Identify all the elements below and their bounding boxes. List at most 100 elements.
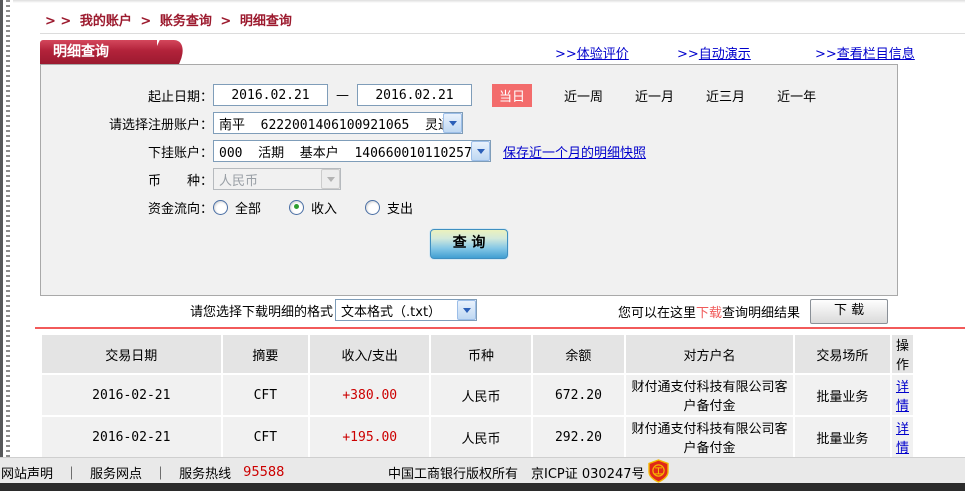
breadcrumb-item-account-query[interactable]: 账务查询: [160, 14, 212, 29]
link-label: 自动演示: [699, 47, 751, 62]
copyright-text: 中国工商银行版权所有 京ICP证 030247号: [388, 463, 645, 482]
col-header-summary: 摘要: [223, 335, 308, 373]
radio-option-all[interactable]: 全部: [213, 198, 261, 217]
query-form-panel: 起止日期： — 当日 近一周 近一月 近三月 近一年 请选择注册账户： 南平 6…: [40, 64, 898, 296]
col-header-counterparty: 对方户名: [626, 335, 792, 373]
detail-link[interactable]: 详情: [896, 422, 909, 456]
download-format-group: 请您选择下载明细的格式 文本格式（.txt）: [190, 299, 477, 321]
download-hint-prefix: 您可以在这里: [618, 302, 696, 321]
radio-icon: [213, 200, 228, 215]
sub-account-value: 000 活期 基本户 1406600101102571848: [219, 142, 471, 161]
breadcrumb-separator: >: [220, 14, 231, 29]
sub-account-select[interactable]: 000 活期 基本户 1406600101102571848: [213, 140, 491, 162]
sub-account-label: 下挂账户：: [41, 142, 213, 161]
icbc-seal-icon: 工: [648, 459, 669, 483]
quick-range-month[interactable]: 近一月: [635, 86, 674, 105]
link-label: 体验评价: [577, 47, 629, 62]
quick-range-week[interactable]: 近一周: [564, 86, 603, 105]
download-button[interactable]: 下 载: [810, 299, 888, 324]
hotline-label: 服务热线: [179, 463, 231, 482]
cell-summary: CFT: [223, 417, 308, 457]
breadcrumb-item-detail-query[interactable]: 明细查询: [240, 14, 292, 29]
date-range-label: 起止日期：: [41, 86, 213, 105]
site-statement-link[interactable]: 网站声明: [1, 463, 53, 482]
bottom-dark-bar: [0, 483, 965, 491]
cell-venue: 批量业务: [795, 375, 890, 415]
save-snapshot-link[interactable]: 保存近一个月的明细快照: [503, 142, 646, 161]
currency-row: 币 种： 人民币: [41, 168, 897, 190]
currency-label: 币 种：: [41, 170, 213, 189]
date-separator: —: [336, 88, 349, 103]
radio-label: 支出: [387, 198, 413, 217]
radio-label: 全部: [235, 198, 261, 217]
page: > > 我的账户 > 账务查询 > 明细查询 >>体验评价 >>自动演示 >>查…: [0, 0, 965, 491]
radio-option-expense[interactable]: 支出: [365, 198, 413, 217]
quick-range-year[interactable]: 近一年: [777, 86, 816, 105]
detail-link[interactable]: 详情: [896, 380, 909, 414]
download-format-label: 请您选择下载明细的格式: [190, 301, 333, 320]
download-hint-group: 您可以在这里下载查询明细结果 下 载: [618, 299, 888, 324]
cell-currency: 人民币: [431, 375, 530, 415]
cell-summary: CFT: [223, 375, 308, 415]
breadcrumb-prefix: > >: [45, 14, 71, 29]
quick-range-3months[interactable]: 近三月: [706, 86, 745, 105]
sub-account-row: 下挂账户： 000 活期 基本户 1406600101102571848 保存近…: [41, 140, 897, 162]
radio-checked-icon: [289, 200, 304, 215]
cell-amount: +380.00: [310, 375, 429, 415]
fund-direction-row: 资金流向： 全部 收入 支出: [41, 196, 897, 218]
download-hint-link[interactable]: 下载: [696, 302, 722, 321]
registered-account-select[interactable]: 南平 6222001406100921065 灵通卡: [213, 112, 463, 134]
cell-currency: 人民币: [431, 417, 530, 457]
link-prefix: >>: [815, 47, 837, 62]
footer-links: 网站声明 ｜ 服务网点 ｜ 服务热线 95588: [1, 463, 284, 482]
registered-account-row: 请选择注册账户： 南平 6222001406100921065 灵通卡: [41, 112, 897, 134]
download-format-select[interactable]: 文本格式（.txt）: [335, 299, 477, 321]
fund-direction-options: 全部 收入 支出: [213, 198, 413, 217]
radio-icon: [365, 200, 380, 215]
col-header-venue: 交易场所: [795, 335, 890, 373]
tab-title: 明细查询: [53, 44, 109, 60]
experience-rating-link[interactable]: >>体验评价: [555, 43, 629, 62]
transaction-table: 交易日期 摘要 收入/支出 币种 余额 对方户名 交易场所 操作 2016-02…: [40, 333, 915, 459]
date-range-row: 起止日期： — 当日 近一周 近一月 近三月 近一年: [41, 84, 897, 106]
link-label: 查看栏目信息: [837, 47, 915, 62]
quick-range-today[interactable]: 当日: [492, 84, 532, 107]
cell-date: 2016-02-21: [42, 375, 221, 415]
cell-date: 2016-02-21: [42, 417, 221, 457]
col-header-action: 操作: [892, 335, 913, 373]
col-header-date: 交易日期: [42, 335, 221, 373]
link-prefix: >>: [555, 47, 577, 62]
left-dotted-rail: [0, 0, 13, 457]
table-header-row: 交易日期 摘要 收入/支出 币种 余额 对方户名 交易场所 操作: [42, 335, 913, 373]
quick-range-buttons: 当日 近一周 近一月 近三月 近一年: [492, 84, 816, 107]
cell-balance: 672.20: [533, 375, 625, 415]
tab-detail-query[interactable]: 明细查询: [40, 40, 157, 64]
cell-counterparty: 财付通支付科技有限公司客户备付金: [626, 417, 792, 457]
table-row: 2016-02-21 CFT +380.00 人民币 672.20 财付通支付科…: [42, 375, 913, 415]
cell-venue: 批量业务: [795, 417, 890, 457]
service-branch-link[interactable]: 服务网点: [90, 463, 142, 482]
date-from-input[interactable]: [213, 84, 328, 106]
breadcrumb: > > 我的账户 > 账务查询 > 明细查询: [45, 10, 296, 29]
view-column-info-link[interactable]: >>查看栏目信息: [815, 43, 915, 62]
radio-label: 收入: [311, 198, 337, 217]
download-format-value: 文本格式（.txt）: [341, 301, 441, 320]
registered-account-value: 南平 6222001406100921065 灵通卡: [219, 114, 443, 133]
cell-amount: +195.00: [310, 417, 429, 457]
chevron-down-icon: [471, 141, 490, 161]
query-button[interactable]: 查 询: [430, 229, 508, 259]
chevron-down-icon: [457, 300, 476, 320]
radio-option-income[interactable]: 收入: [289, 198, 337, 217]
auto-demo-link[interactable]: >>自动演示: [677, 43, 751, 62]
footer-separator: ｜: [65, 463, 78, 482]
date-to-input[interactable]: [357, 84, 472, 106]
footer-separator: ｜: [154, 463, 167, 482]
breadcrumb-item-my-account[interactable]: 我的账户: [80, 14, 132, 29]
chevron-down-icon: [443, 113, 462, 133]
hotline-number: 95588: [243, 465, 284, 480]
cell-counterparty: 财付通支付科技有限公司客户备付金: [626, 375, 792, 415]
currency-select: 人民币: [213, 168, 341, 190]
breadcrumb-divider: [40, 33, 965, 34]
cell-balance: 292.20: [533, 417, 625, 457]
table-row: 2016-02-21 CFT +195.00 人民币 292.20 财付通支付科…: [42, 417, 913, 457]
